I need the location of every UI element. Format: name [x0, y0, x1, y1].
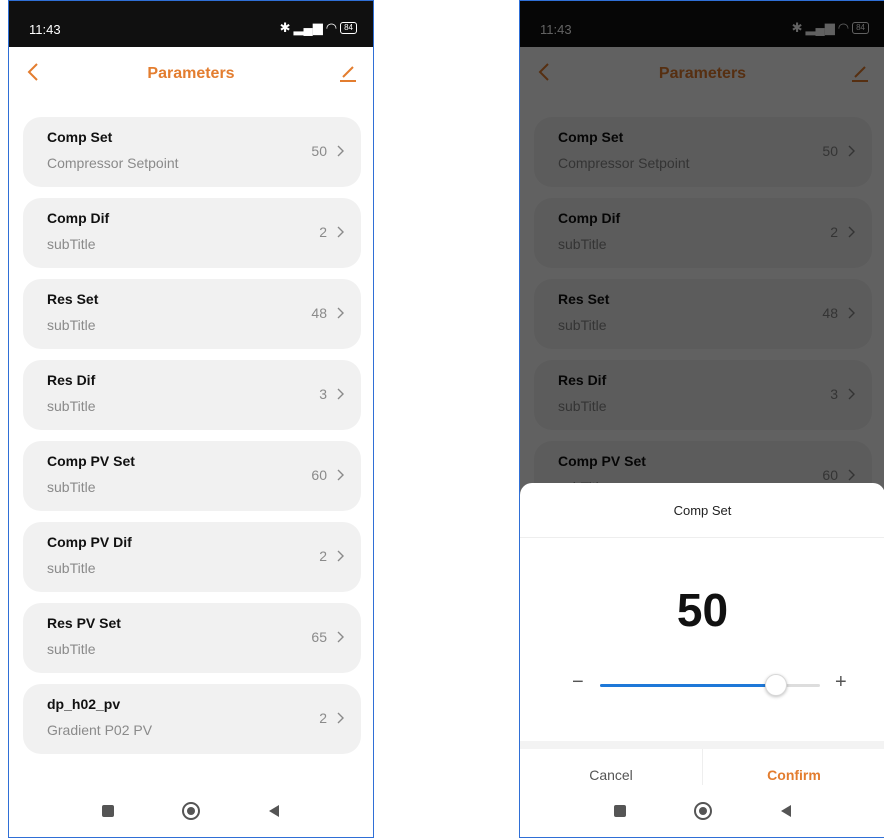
param-item[interactable]: Comp PV Dif subTitle 2 [23, 522, 361, 592]
slider-thumb[interactable] [765, 674, 787, 696]
param-subtitle: Compressor Setpoint [47, 155, 179, 171]
home-circle-icon[interactable] [179, 799, 203, 823]
param-name: Res Dif [47, 372, 96, 388]
param-name: Comp PV Set [47, 453, 135, 469]
param-subtitle: subTitle [47, 479, 96, 495]
param-item[interactable]: Comp Set Compressor Setpoint 50 [23, 117, 361, 187]
back-triangle-icon[interactable] [774, 799, 798, 823]
param-item[interactable]: Comp Dif subTitle 2 [23, 198, 361, 268]
param-item[interactable]: Comp PV Set subTitle 60 [23, 441, 361, 511]
param-value: 2 [319, 224, 327, 240]
param-value: 50 [311, 143, 327, 159]
value-dialog: Comp Set 50 − + Cancel Confirm [520, 483, 884, 801]
bluetooth-icon: ✱ [279, 20, 291, 35]
divider [520, 741, 884, 749]
slider-fill [600, 684, 776, 687]
status-time: 11:43 [29, 22, 61, 37]
chevron-right-icon [337, 307, 344, 319]
param-item[interactable]: dp_h02_pv Gradient P02 PV 2 [23, 684, 361, 754]
param-subtitle: subTitle [47, 641, 96, 657]
chevron-right-icon [337, 712, 344, 724]
wifi-icon: ◠ [325, 20, 338, 35]
decrement-button[interactable]: − [572, 671, 584, 694]
home-circle-icon[interactable] [691, 799, 715, 823]
param-name: Res PV Set [47, 615, 121, 631]
signal-icon: ▂▄▆ [293, 20, 323, 35]
dialog-title: Comp Set [673, 503, 732, 518]
chevron-right-icon [337, 226, 344, 238]
dialog-value: 50 [676, 584, 729, 636]
param-value: 48 [311, 305, 327, 321]
param-subtitle: subTitle [47, 236, 96, 252]
header: Parameters [9, 47, 373, 105]
battery-icon: 84 [340, 22, 357, 34]
param-name: Comp Dif [47, 210, 110, 226]
param-item[interactable]: Res Dif subTitle 3 [23, 360, 361, 430]
param-subtitle: Gradient P02 PV [47, 722, 153, 738]
divider [520, 537, 884, 538]
param-subtitle: subTitle [47, 317, 96, 333]
chevron-right-icon [337, 145, 344, 157]
square-icon[interactable] [96, 799, 120, 823]
param-name: Res Set [47, 291, 99, 307]
right-phone-screen: 11:43 ✱ ▂▄▆ ◠ 84 Parameters Comp SetComp… [519, 0, 884, 838]
status-icons: ✱ ▂▄▆ ◠ 84 [280, 20, 357, 36]
system-nav-bar [9, 785, 373, 837]
chevron-right-icon [337, 550, 344, 562]
param-item[interactable]: Res Set subTitle 48 [23, 279, 361, 349]
status-bar: 11:43 ✱ ▂▄▆ ◠ 84 [9, 1, 373, 47]
param-value: 3 [319, 386, 327, 402]
chevron-right-icon [337, 388, 344, 400]
square-icon[interactable] [608, 799, 632, 823]
param-name: Comp Set [47, 129, 113, 145]
chevron-right-icon [337, 631, 344, 643]
chevron-right-icon [337, 469, 344, 481]
param-item[interactable]: Res PV Set subTitle 65 [23, 603, 361, 673]
edit-pencil-icon[interactable] [337, 61, 359, 83]
back-triangle-icon[interactable] [262, 799, 286, 823]
param-value: 2 [319, 548, 327, 564]
value-slider[interactable] [600, 674, 820, 696]
system-nav-bar [520, 785, 884, 837]
left-phone-screen: 11:43 ✱ ▂▄▆ ◠ 84 Parameters Comp Set Comp… [8, 0, 374, 838]
param-value: 2 [319, 710, 327, 726]
increment-button[interactable]: + [835, 671, 847, 694]
parameter-list: Comp Set Compressor Setpoint 50 Comp Dif sub… [23, 117, 361, 765]
param-subtitle: subTitle [47, 560, 96, 576]
param-value: 60 [311, 467, 327, 483]
param-name: dp_h02_pv [47, 696, 121, 712]
param-value: 65 [311, 629, 327, 645]
page-title: Parameters [147, 65, 235, 82]
param-subtitle: subTitle [47, 398, 96, 414]
param-name: Comp PV Dif [47, 534, 132, 550]
